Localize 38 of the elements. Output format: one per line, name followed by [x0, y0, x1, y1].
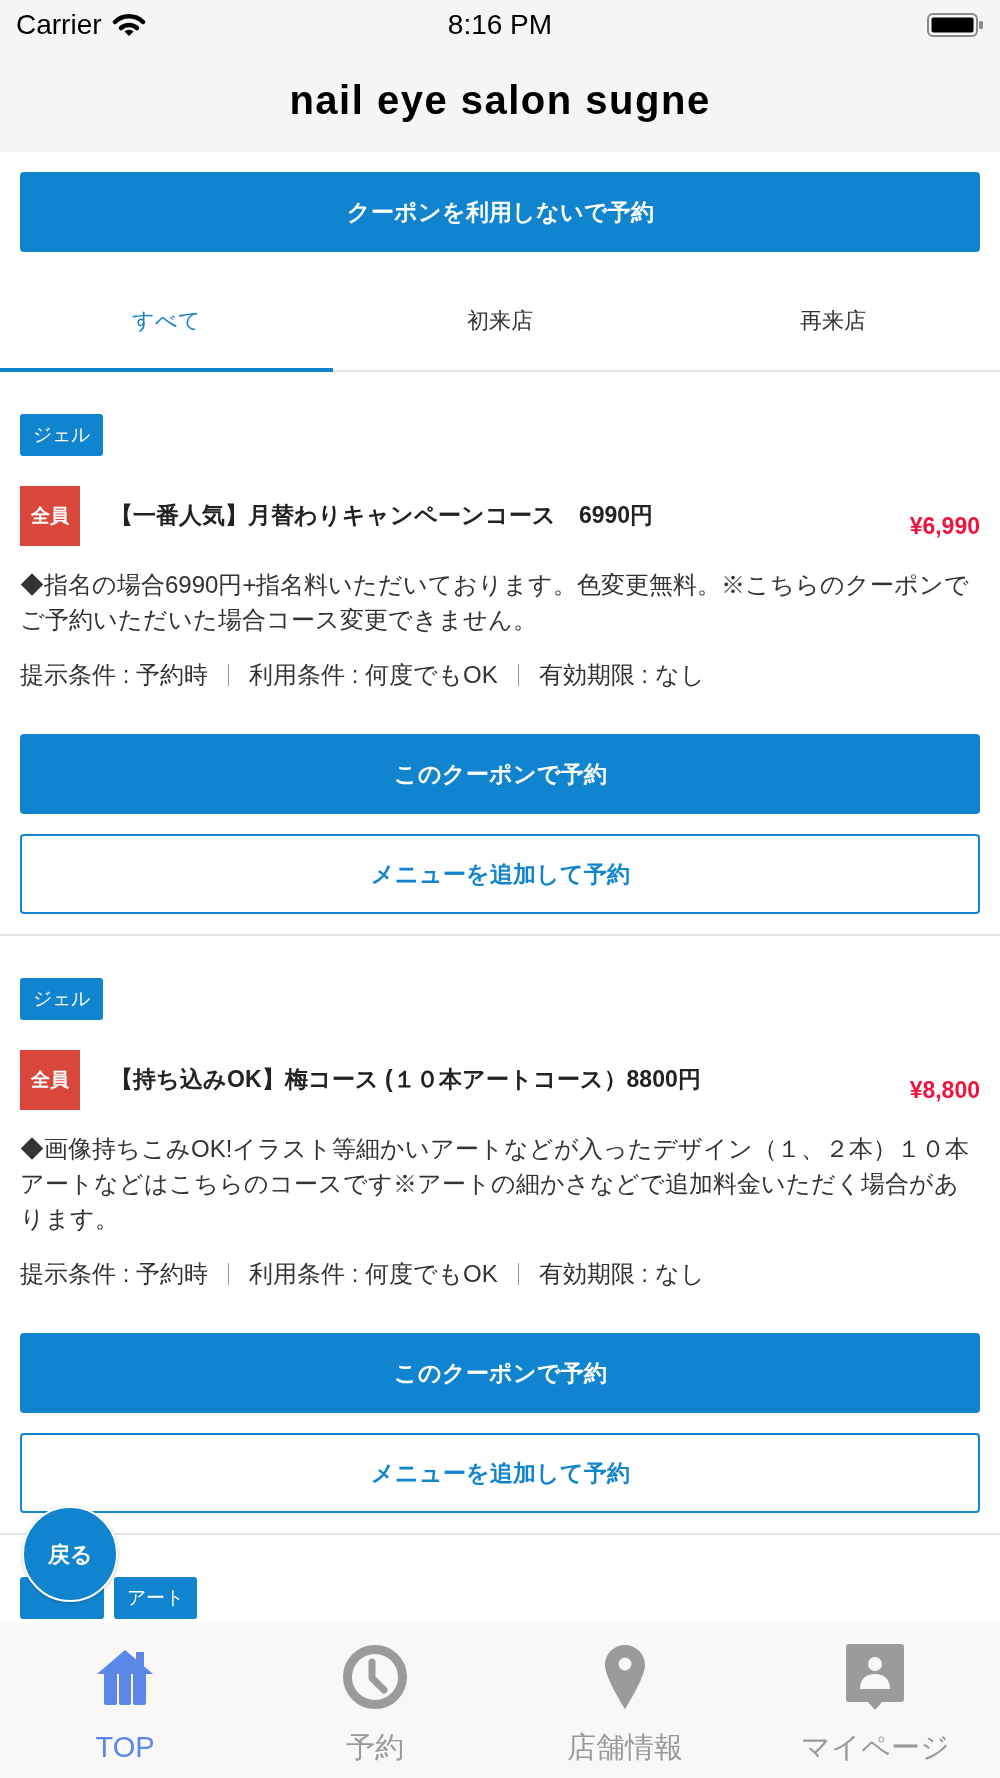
coupon-title: 【一番人気】月替わりキャンペーンコース 6990円 — [110, 501, 655, 530]
filter-tab[interactable]: 再来店 — [666, 272, 1000, 372]
profile-card-icon — [846, 1644, 904, 1710]
tab-bar-item[interactable]: マイページ — [750, 1623, 1000, 1778]
coupon-description: ◆画像持ちこみOK!イラスト等細かいアートなどが入ったデザイン（１、２本）１０本アートなどはこちらのコースです※アートの細かさなどで追加料金いただく場合があります。 — [20, 1134, 971, 1234]
tab-bar-item[interactable]: 店舗情報 — [500, 1623, 750, 1778]
tab-bar-item[interactable]: TOP — [0, 1623, 250, 1778]
book-with-coupon-button[interactable]: このクーポンで予約 — [20, 734, 980, 814]
battery-icon — [927, 13, 984, 37]
category-tag: アート — [114, 1577, 197, 1619]
filter-tab[interactable]: 初来店 — [333, 272, 667, 372]
target-badge: 全員 — [20, 1050, 80, 1110]
salon-title: nail eye salon sugne — [289, 77, 711, 124]
coupon-price: ¥6,990 — [909, 512, 980, 540]
carrier-label: Carrier — [16, 8, 102, 42]
coupon-description: ◆指名の場合6990円+指名料いただいております。色変更無料。※こちらのクーポンでご予約いただいた場合コース変更できません。 — [20, 570, 971, 635]
add-menu-button[interactable]: メニューを追加して予約 — [20, 834, 980, 914]
tab-bar-item[interactable]: 予約 — [250, 1623, 500, 1778]
clock-icon — [343, 1645, 407, 1709]
time-label: 8:16 PM — [447, 8, 553, 42]
coupon-condition: 提示条件 : 予約時 — [20, 660, 208, 690]
category-tag: ジェル — [20, 414, 103, 456]
coupon-title: 【持ち込みOK】梅コース (１０本アートコース）8800円 — [110, 1065, 702, 1094]
coupon-price: ¥8,800 — [909, 1076, 980, 1104]
coupon-condition: 利用条件 : 何度でもOK — [249, 660, 498, 690]
add-menu-button[interactable]: メニューを追加して予約 — [20, 1433, 980, 1513]
coupon-condition: 提示条件 : 予約時 — [20, 1259, 208, 1289]
home-icon — [96, 1649, 154, 1705]
coupon-condition: 利用条件 : 何度でもOK — [249, 1259, 498, 1289]
category-tag: ジェル — [20, 978, 103, 1020]
filter-tab[interactable]: すべて — [0, 272, 334, 372]
book-with-coupon-button[interactable]: このクーポンで予約 — [20, 1333, 980, 1413]
wifi-icon — [111, 13, 146, 37]
target-badge: 全員 — [20, 486, 80, 546]
coupon-condition: 有効期限 : なし — [538, 660, 705, 690]
coupon-condition: 有効期限 : なし — [538, 1259, 705, 1289]
map-pin-icon — [605, 1645, 645, 1709]
reserve-without-coupon-button[interactable]: クーポンを利用しないで予約 — [20, 172, 980, 252]
